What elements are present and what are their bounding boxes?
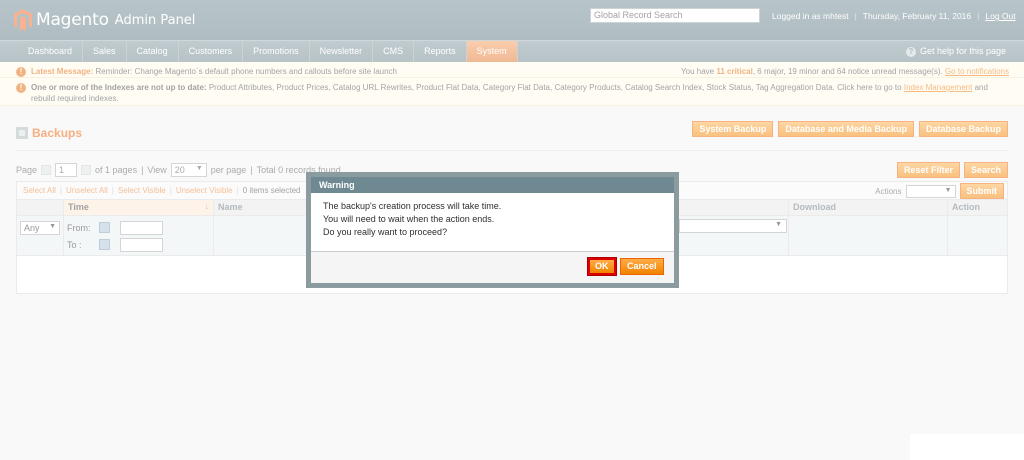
ok-button[interactable]: OK [588,258,616,275]
warning-dialog: Warning The backup's creation process wi… [306,172,679,288]
dialog-line-2: You will need to wait when the action en… [323,214,495,224]
blank-corner [910,434,1024,460]
dialog-line-3: Do you really want to proceed? [323,227,448,237]
dialog-title: Warning [311,177,674,193]
dialog-footer: OK Cancel [311,252,674,283]
warning-dialog-inner: Warning The backup's creation process wi… [311,177,674,283]
dialog-line-1: The backup's creation process will take … [323,201,502,211]
cancel-button[interactable]: Cancel [620,258,664,275]
dialog-body: The backup's creation process will take … [311,193,674,252]
